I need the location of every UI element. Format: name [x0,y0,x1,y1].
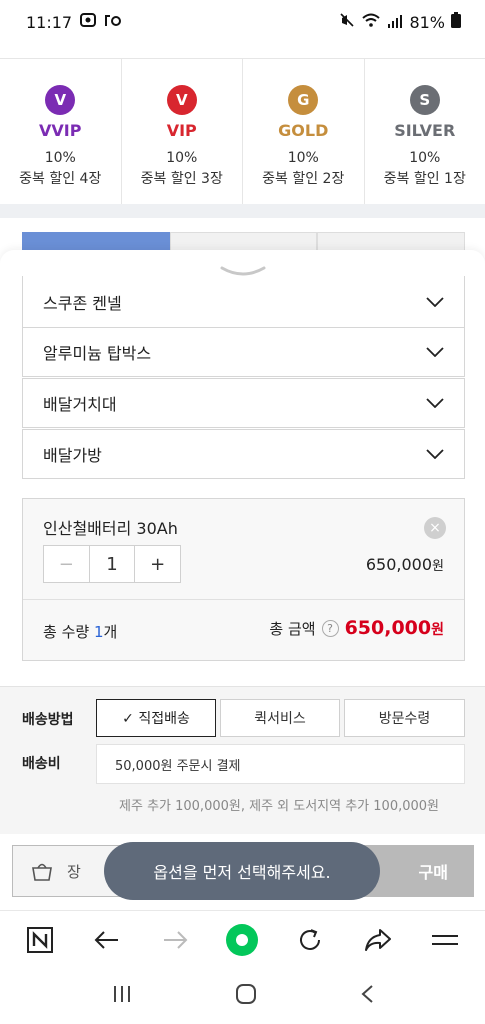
grade-gold: G GOLD 10% 중복 할인 2장 [243,59,365,204]
green-dot-icon [226,923,259,956]
battery-percent: 81% [409,12,445,32]
option-row[interactable]: 알루미늄 탑박스 [22,327,465,377]
grade-rate: 10% [409,150,441,166]
price-value: 650,000 [365,555,433,574]
hamburger-menu-icon [432,934,459,945]
price-unit: 원 [432,559,444,574]
shipping-fee-label: 배송비 [22,756,61,772]
option-label: 스쿠존 켄넬 [43,293,122,313]
quantity-stepper: − 1 + [43,545,181,583]
refresh-icon [300,928,321,950]
ship-quick-button[interactable]: 퀵서비스 [220,699,340,737]
selected-option-price: 650,000원 [366,555,444,574]
shipping-note: 제주 추가 100,000원, 제주 외 도서지역 추가 100,000원 [119,799,439,814]
grade-desc: 중복 할인 1장 [383,171,466,187]
status-bar: 11:17 81% [0,0,485,44]
total-price-value: 650,000 [344,617,432,639]
refresh-button[interactable] [288,918,332,962]
system-back-button[interactable] [360,984,374,1008]
chevron-down-icon [426,398,444,408]
home-icon [235,984,256,1004]
remove-option-icon[interactable]: × [424,517,446,539]
naver-n-icon [26,926,53,953]
option-row[interactable]: 배달거치대 [22,378,465,428]
grade-rate: 10% [44,150,76,166]
grade-badge: S [409,85,440,115]
selected-option-name: 인산철배터리 30Ah [43,519,178,538]
option-row[interactable]: 배달가방 [22,429,465,479]
total-amount: 총 금액 ? 650,000원 [269,617,444,639]
total-amount-label: 총 금액 [269,619,316,638]
shopping-bag-icon [32,863,52,881]
grade-desc: 중복 할인 3장 [140,171,223,187]
quantity-value[interactable]: 1 [90,546,135,582]
back-chevron-icon [360,985,373,1003]
divider [23,599,464,600]
option-label: 배달거치대 [43,395,117,414]
shipping-fee-value: 50,000원 주문시 결제 [96,744,465,784]
mute-icon [339,12,355,32]
home-button[interactable] [235,983,257,1009]
option-label: 배달가방 [43,446,102,465]
ship-pickup-button[interactable]: 방문수령 [344,699,465,737]
section-divider [0,204,485,218]
browser-toolbar [0,910,485,968]
menu-button[interactable] [423,918,467,962]
shipping-method-label: 배송방법 [22,712,74,728]
grade-silver: S SILVER 10% 중복 할인 1장 [365,59,485,204]
back-button[interactable] [85,918,129,962]
grade-name: SILVER [394,121,456,140]
total-price-unit: 원 [431,622,444,638]
increase-button[interactable]: + [134,546,180,582]
status-time: 11:17 [26,12,73,32]
grade-badge: V [45,85,76,115]
grade-name: VIP [166,121,197,140]
naver-home-button[interactable] [18,918,62,962]
system-navigation-bar [0,968,485,1024]
chevron-down-icon [426,347,444,357]
grade-vvip: V VVIP 10% 중복 할인 4장 [0,59,122,204]
signal-icon [387,13,403,32]
wifi-icon [361,12,381,32]
total-price: 650,000원 [345,617,444,639]
grade-badge: G [288,85,319,115]
grade-rate: 10% [287,150,319,166]
sync-icon [104,12,122,32]
membership-grade-strip: V VVIP 10% 중복 할인 4장 V VIP 10% 중복 할인 3장 G… [0,58,485,204]
grade-desc: 중복 할인 4장 [19,171,102,187]
recent-apps-button[interactable] [112,985,132,1007]
grade-name: GOLD [278,121,329,140]
chevron-down-icon [426,296,444,307]
selected-option-box: 인산철배터리 30Ah × − 1 + 650,000원 총 수량 1개 총 금… [22,498,465,661]
help-icon[interactable]: ? [321,619,339,637]
grade-badge: V [166,85,197,115]
grade-desc: 중복 할인 2장 [262,171,345,187]
share-button[interactable] [356,918,400,962]
notification-icon [80,12,97,32]
total-qty-unit: 개 [103,623,118,641]
shipping-section: 배송방법 ✓ 직접배송 퀵서비스 방문수령 배송비 50,000원 주문시 결제… [0,686,485,834]
arrow-right-icon [163,930,188,949]
option-label: 알루미늄 탑박스 [43,344,152,363]
total-qty-label: 총 수량 [43,623,94,641]
toast-message: 옵션을 먼저 선택해주세요. [104,842,380,900]
option-row[interactable]: 스쿠존 켄넬 [22,276,465,328]
grade-rate: 10% [166,150,198,166]
green-dot-button[interactable] [220,918,264,962]
cart-label: 장 [67,862,81,881]
battery-icon [451,12,461,32]
share-icon [364,928,391,951]
recent-apps-icon [113,986,130,1002]
ship-direct-button[interactable]: ✓ 직접배송 [96,699,216,737]
decrease-button[interactable]: − [44,546,90,582]
grade-vip: V VIP 10% 중복 할인 3장 [122,59,243,204]
chevron-down-icon [426,449,444,459]
total-quantity: 총 수량 1개 [43,621,117,642]
forward-button[interactable] [153,918,197,962]
arrow-left-icon [94,930,119,949]
grade-name: VVIP [39,121,82,140]
